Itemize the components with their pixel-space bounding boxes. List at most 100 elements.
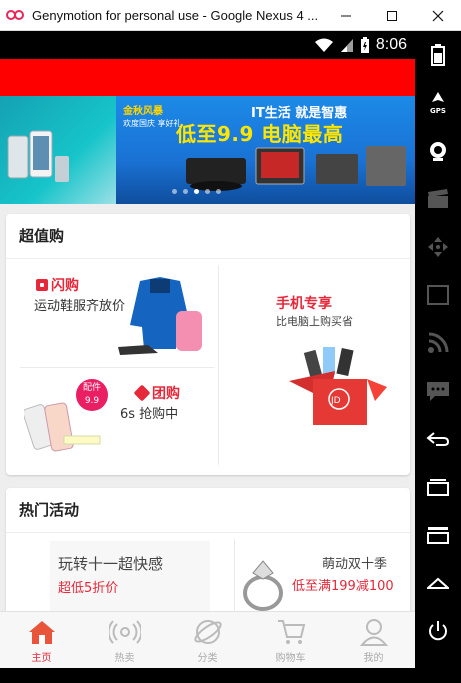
cart-icon — [275, 618, 307, 646]
clapperboard-icon — [428, 189, 448, 208]
gift-box-image: JD — [289, 347, 387, 425]
android-statusbar: 8:06 — [0, 31, 415, 59]
accessory-badge: 配件 9.9 — [76, 379, 108, 411]
back-button[interactable] — [415, 415, 461, 463]
deal-phone-label: 手机专享 — [276, 296, 332, 312]
badge-line2: 9.9 — [84, 396, 100, 406]
genymotion-toolbar: GPS — [415, 31, 461, 683]
status-clock: 8:06 — [375, 36, 407, 53]
banner-promo-title: 金秋风暴 — [123, 106, 163, 117]
hot-item-b[interactable]: 萌动双十季 低至满199减100 — [235, 533, 410, 623]
window-controls — [323, 0, 461, 31]
screencast-widget-button[interactable] — [415, 175, 461, 223]
tab-category[interactable]: 分类 — [166, 612, 249, 668]
hot-item-b-sub: 低至满199减100 — [292, 579, 394, 594]
jacket-shoes-image — [118, 277, 202, 355]
pager-dot-active[interactable] — [194, 189, 199, 194]
dpad-icon — [428, 237, 448, 257]
deal-flash-tile[interactable]: 闪购 运动鞋服齐放价 — [6, 259, 218, 367]
remote-control-button[interactable] — [415, 223, 461, 271]
lock-icon — [36, 279, 48, 291]
banner-sale-text: 低至9.9 电脑最高 — [176, 122, 344, 146]
deal-group-tile[interactable]: 配件 9.9 团购 6s 抢购中 — [6, 368, 218, 471]
badge-line1: 配件 — [82, 383, 101, 393]
deals-grid: 闪购 运动鞋服齐放价 手机专享 比电脑上购买省 JD 配件 9.9 团购 6s … — [6, 259, 410, 471]
battery-widget-button[interactable] — [415, 31, 461, 79]
tab-cart-label: 购物车 — [275, 653, 306, 664]
tab-profile[interactable]: 我的 — [332, 612, 415, 668]
hot-grid: 玩转十一超快感 超低5折价 萌动双十季 低至满199减100 — [6, 533, 410, 623]
signal-icon — [340, 39, 353, 52]
minimize-icon — [341, 15, 351, 16]
tab-home-label: 主页 — [31, 653, 52, 664]
deal-group-sub: 6s 抢购中 — [120, 407, 179, 422]
home-button[interactable] — [415, 559, 461, 607]
recent-apps-icon — [427, 479, 449, 496]
tab-hot[interactable]: 热卖 — [83, 612, 166, 668]
pager-dot[interactable] — [183, 189, 188, 194]
sms-widget-button[interactable] — [415, 367, 461, 415]
maximize-button[interactable] — [369, 0, 415, 31]
deal-group-label-row: 团购 — [133, 383, 180, 403]
ring-image — [243, 560, 283, 611]
home-icon — [26, 618, 58, 646]
tag-icon — [133, 384, 151, 402]
power-icon — [429, 621, 447, 641]
deal-flash-label: 闪购 — [51, 278, 79, 294]
app-header — [0, 59, 415, 96]
broadcast-icon — [108, 618, 141, 646]
bottom-tabbar: 主页 热卖 分类 购物车 我的 — [0, 611, 415, 668]
banner-promo-sub: 欢度国庆 享好礼 — [123, 119, 182, 128]
pager-dot[interactable] — [172, 189, 177, 194]
deals-card: 超值购 闪购 运动鞋服齐放价 手机专享 比电脑上购买省 JD 配件 9.9 团购… — [6, 214, 410, 475]
pager-dot[interactable] — [205, 189, 210, 194]
deals-title: 超值购 — [6, 214, 410, 259]
genymotion-logo-icon — [6, 8, 28, 22]
id-card-icon — [427, 285, 449, 305]
banner-pager — [172, 189, 221, 194]
menu-button[interactable] — [415, 511, 461, 559]
tab-category-label: 分类 — [197, 653, 218, 664]
hot-item-a-title: 玩转十一超快感 — [58, 555, 164, 573]
home-outline-icon — [427, 577, 449, 589]
gps-icon — [432, 91, 444, 102]
promo-banner[interactable]: 金秋风暴 欢度国庆 享好礼 IT生活 就是智惠 低至9.9 电脑最高 — [0, 96, 415, 204]
rss-icon — [428, 332, 449, 353]
app-screen: 金秋风暴 欢度国庆 享好礼 IT生活 就是智惠 低至9.9 电脑最高 超值购 闪… — [0, 59, 415, 668]
identifiers-widget-button[interactable] — [415, 271, 461, 319]
menu-icon — [427, 527, 449, 544]
user-icon — [358, 618, 390, 646]
device-bottom-bezel — [0, 668, 415, 683]
battery-icon — [360, 36, 369, 53]
hot-title: 热门活动 — [6, 488, 410, 533]
gps-widget-button[interactable]: GPS — [415, 79, 461, 127]
hot-item-b-title: 萌动双十季 — [322, 557, 388, 572]
banner-phones-image — [0, 96, 116, 204]
deal-flash-label-row: 闪购 — [36, 275, 79, 295]
wifi-icon — [314, 38, 333, 52]
close-button[interactable] — [415, 0, 461, 31]
deal-phone-sub: 比电脑上购买省 — [276, 315, 353, 328]
gps-label: GPS — [430, 106, 446, 115]
webcam-icon — [430, 142, 446, 161]
jd-logo-icon: JD — [330, 396, 341, 406]
tab-home[interactable]: 主页 — [0, 612, 83, 668]
hot-item-a-sub: 超低5折价 — [58, 581, 119, 596]
tab-profile-label: 我的 — [363, 653, 384, 664]
window-title: Genymotion for personal use - Google Nex… — [32, 7, 319, 23]
minimize-button[interactable] — [323, 0, 369, 31]
camera-widget-button[interactable] — [415, 127, 461, 175]
power-button[interactable] — [415, 607, 461, 655]
message-icon — [427, 382, 449, 401]
pager-dot[interactable] — [216, 189, 221, 194]
deal-group-label: 团购 — [152, 386, 180, 402]
network-widget-button[interactable] — [415, 319, 461, 367]
tab-hot-label: 热卖 — [114, 653, 135, 664]
deal-phone-tile[interactable]: 手机专享 比电脑上购买省 JD — [219, 259, 410, 471]
battery-icon — [431, 44, 445, 66]
tab-cart[interactable]: 购物车 — [249, 612, 332, 668]
close-icon — [432, 10, 444, 21]
hot-item-a[interactable]: 玩转十一超快感 超低5折价 — [6, 533, 234, 623]
recent-apps-button[interactable] — [415, 463, 461, 511]
banner-it-image: 金秋风暴 欢度国庆 享好礼 IT生活 就是智惠 低至9.9 电脑最高 — [116, 96, 415, 204]
